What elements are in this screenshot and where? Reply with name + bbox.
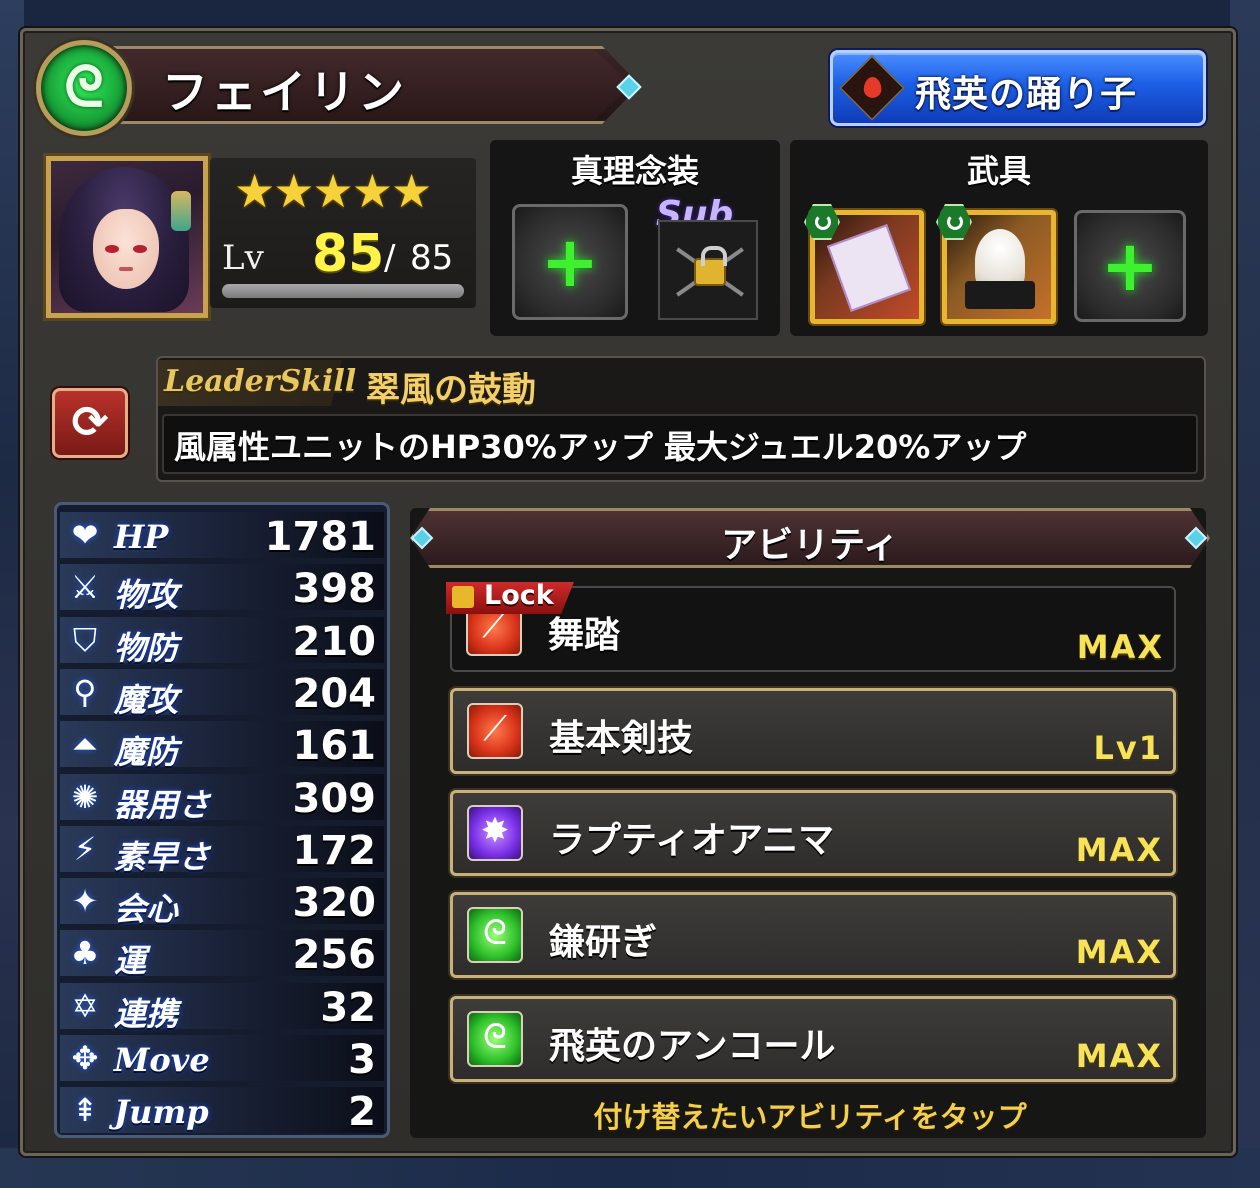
stat-row: ⇞ Jump 2 bbox=[60, 1083, 384, 1136]
truth-sub-slot-locked[interactable] bbox=[658, 220, 758, 320]
stat-row: ⚡ 素早さ 172 bbox=[60, 822, 384, 876]
ability-name: 基本剣技 bbox=[549, 718, 694, 759]
stat-row: ⚲ 魔攻 204 bbox=[60, 665, 384, 719]
rarity-stars: ★★★★★ bbox=[234, 164, 432, 218]
stat-label: 魔攻 bbox=[114, 680, 179, 719]
stat-value: 210 bbox=[292, 618, 377, 665]
ability-level: Lv1 bbox=[1093, 729, 1163, 767]
stat-label: HP bbox=[114, 518, 169, 556]
stat-row: ✥ Move 3 bbox=[60, 1031, 384, 1083]
stat-value: 172 bbox=[292, 827, 377, 874]
staff-icon: ⚲ bbox=[73, 672, 97, 711]
refresh-icon: ⟳ bbox=[71, 397, 109, 448]
stat-label: 魔防 bbox=[114, 733, 179, 772]
boot-icon: ⚡ bbox=[73, 829, 97, 868]
ability-level: MAX bbox=[1075, 831, 1163, 869]
refresh-button[interactable]: ⟳ bbox=[52, 388, 128, 458]
level-progress-fill bbox=[222, 284, 464, 298]
green-wind-icon: ᘓ bbox=[467, 907, 523, 963]
stat-label: 会心 bbox=[114, 890, 179, 929]
stat-label: 物攻 bbox=[114, 576, 179, 615]
dexterity-icon: ✺ bbox=[71, 777, 99, 816]
green-wind-icon: ᘓ bbox=[467, 1011, 523, 1067]
lock-icon bbox=[452, 586, 474, 608]
stat-label: 物防 bbox=[114, 628, 179, 667]
truth-main-slot[interactable]: + bbox=[512, 204, 628, 320]
stat-row: ⏶ 魔防 161 bbox=[60, 717, 384, 771]
stat-value: 256 bbox=[292, 932, 377, 979]
critical-icon: ✦ bbox=[71, 882, 99, 921]
character-name: フェイリン bbox=[162, 65, 407, 119]
ability-level: MAX bbox=[1075, 1037, 1163, 1075]
ability-level: MAX bbox=[1075, 933, 1163, 971]
stat-label: 連携 bbox=[114, 994, 179, 1033]
character-title-button[interactable]: 飛英の踊り子 bbox=[830, 50, 1206, 126]
level-progress-bar bbox=[222, 284, 464, 298]
stat-value: 320 bbox=[292, 880, 377, 927]
sword-icon: ⚔ bbox=[70, 568, 100, 607]
wind-element-icon: ᘓ bbox=[36, 40, 132, 136]
add-icon: + bbox=[540, 221, 600, 303]
lock-label: Lock bbox=[484, 580, 554, 611]
move-arrows-icon: ✥ bbox=[71, 1039, 99, 1077]
add-icon: + bbox=[1100, 225, 1160, 307]
magic-shield-icon: ⏶ bbox=[72, 725, 98, 764]
ability-level: MAX bbox=[1076, 628, 1164, 666]
clover-icon: ♣ bbox=[70, 934, 100, 973]
ability-name: 鎌研ぎ bbox=[549, 922, 658, 963]
stat-value: 204 bbox=[292, 670, 377, 717]
stat-value: 398 bbox=[292, 566, 377, 613]
stat-row: ⚔ 物攻 398 bbox=[60, 560, 384, 614]
leader-skill-name: 翠風の鼓動 bbox=[366, 370, 536, 410]
stat-value: 3 bbox=[348, 1037, 376, 1083]
leader-skill-description: 風属性ユニットのHP30%アップ 最大ジュエル20%アップ bbox=[174, 428, 1027, 466]
sword-scroll-icon bbox=[826, 224, 912, 312]
jump-icon: ⇞ bbox=[71, 1091, 99, 1130]
stat-label: 器用さ bbox=[114, 785, 211, 824]
stat-row: ✡ 連携 32 bbox=[60, 979, 384, 1033]
heart-icon: ❤ bbox=[71, 516, 99, 554]
gear-panel-title: 武具 bbox=[966, 152, 1031, 190]
character-title: 飛英の踊り子 bbox=[915, 74, 1138, 115]
level-value: 85 bbox=[312, 224, 385, 284]
stat-row: ♣ 運 256 bbox=[60, 926, 384, 980]
level-max: 85 bbox=[410, 238, 454, 278]
character-portrait[interactable] bbox=[46, 156, 208, 318]
stat-value: 2 bbox=[348, 1089, 376, 1136]
shield-icon: ⛉ bbox=[72, 620, 97, 659]
stat-value: 32 bbox=[320, 984, 376, 1031]
level-separator: / bbox=[384, 238, 396, 278]
ability-card-4[interactable]: ᘓ 鎌研ぎ MAX bbox=[450, 892, 1176, 978]
stat-row: ✦ 会心 320 bbox=[60, 874, 384, 928]
stat-value: 1781 bbox=[264, 514, 376, 560]
stat-value: 309 bbox=[292, 775, 377, 822]
ability-card-2[interactable]: ⟋ 基本剣技 Lv1 bbox=[450, 688, 1176, 774]
ability-card-5[interactable]: ᘓ 飛英のアンコール MAX bbox=[450, 996, 1176, 1082]
stat-row: ❤ HP 1781 bbox=[60, 508, 384, 560]
stat-row: ⛉ 物防 210 bbox=[60, 613, 384, 667]
stat-label: Move bbox=[114, 1041, 210, 1079]
stat-value: 161 bbox=[292, 723, 377, 770]
red-slash-icon: ⟋ bbox=[467, 703, 523, 759]
stat-row: ✺ 器用さ 309 bbox=[60, 770, 384, 824]
ability-name: 飛英のアンコール bbox=[549, 1026, 836, 1067]
ability-name: ラプティオアニマ bbox=[549, 820, 835, 861]
abilities-header-title: アビリティ bbox=[721, 525, 899, 566]
gear-slot-3-empty[interactable]: + bbox=[1074, 210, 1186, 322]
stat-label: Jump bbox=[114, 1093, 209, 1132]
purple-burst-icon: ✸ bbox=[467, 805, 523, 861]
stat-label: 素早さ bbox=[114, 837, 211, 876]
ability-card-3[interactable]: ✸ ラプティオアニマ MAX bbox=[450, 790, 1176, 876]
link-icon: ✡ bbox=[71, 986, 99, 1025]
level-label: Lv bbox=[222, 238, 264, 278]
ability-hint-text: 付け替えたいアビリティをタップ bbox=[593, 1100, 1027, 1134]
truth-panel-title: 真理念装 bbox=[570, 152, 699, 190]
stat-label: 運 bbox=[114, 942, 147, 981]
padlock-icon bbox=[694, 246, 727, 286]
title-emblem-icon bbox=[839, 55, 905, 121]
leader-skill-tag-label: LeaderSkill bbox=[164, 364, 357, 399]
